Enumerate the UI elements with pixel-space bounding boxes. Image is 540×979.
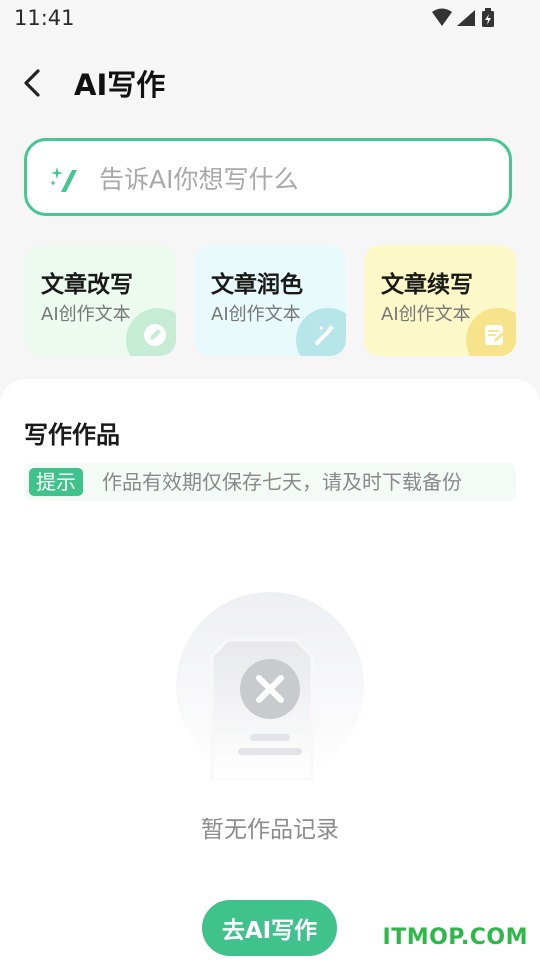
chevron-left-icon xyxy=(24,69,40,97)
back-button[interactable] xyxy=(18,66,48,100)
app-header: AI写作 xyxy=(0,56,540,112)
battery-charging-icon xyxy=(482,8,494,27)
tip-bar: 提示 作品有效期仅保存七天，请及时下载备份 xyxy=(24,463,516,501)
status-time: 11:41 xyxy=(14,6,75,30)
tool-card-title: 文章续写 xyxy=(381,272,473,298)
tip-badge: 提示 xyxy=(29,468,83,496)
tool-card-rewrite[interactable]: 文章改写 AI创作文本 xyxy=(24,245,176,356)
prompt-input[interactable] xyxy=(97,155,501,203)
magic-wand-icon xyxy=(296,308,346,356)
go-ai-write-button[interactable]: 去AI写作 xyxy=(202,900,337,956)
empty-document-icon xyxy=(176,592,364,780)
pen-icon xyxy=(126,308,176,356)
signal-icon xyxy=(457,10,475,26)
tool-card-subtitle: AI创作文本 xyxy=(41,304,131,325)
works-panel: 写作作品 提示 作品有效期仅保存七天，请及时下载备份 暂无作品记录 去AI写作 xyxy=(0,379,540,979)
tool-card-title: 文章改写 xyxy=(41,272,133,298)
watermark: ITMOP.COM xyxy=(382,925,528,950)
note-edit-icon xyxy=(466,308,516,356)
tool-card-polish[interactable]: 文章润色 AI创作文本 xyxy=(194,245,346,356)
status-icons xyxy=(430,8,502,28)
empty-state-text: 暂无作品记录 xyxy=(201,817,339,843)
page-title: AI写作 xyxy=(74,68,166,102)
status-bar: 11:41 xyxy=(0,0,540,36)
prompt-box[interactable] xyxy=(24,138,512,216)
wifi-icon xyxy=(432,8,452,26)
sparkle-pen-icon xyxy=(50,167,77,192)
tool-card-continue[interactable]: 文章续写 AI创作文本 xyxy=(364,245,516,356)
tip-text: 作品有效期仅保存七天，请及时下载备份 xyxy=(102,470,462,494)
tool-card-subtitle: AI创作文本 xyxy=(211,304,301,325)
tool-card-title: 文章润色 xyxy=(211,272,303,298)
section-title: 写作作品 xyxy=(24,421,120,449)
tool-card-subtitle: AI创作文本 xyxy=(381,304,471,325)
